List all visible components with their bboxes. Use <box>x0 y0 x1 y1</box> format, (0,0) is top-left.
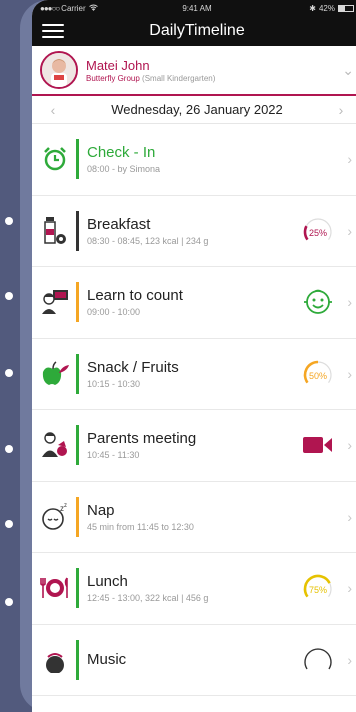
chevron-right-icon[interactable]: › <box>334 102 348 118</box>
nav-title: DailyTimeline <box>149 22 245 39</box>
chevron-right-icon: › <box>347 508 352 525</box>
timeline-subtitle: 45 min from 11:45 to 12:30 <box>87 521 194 532</box>
chevron-right-icon: › <box>347 580 352 597</box>
current-date: Wednesday, 26 January 2022 <box>111 102 283 117</box>
timeline-text: Learn to count 09:00 - 10:00 <box>87 287 298 317</box>
timeline-title: Nap <box>87 501 115 519</box>
plate-cutlery-icon <box>40 570 70 606</box>
child-selector[interactable]: Matei John Butterfly Group (Small Kinder… <box>32 46 356 96</box>
video-camera-icon[interactable] <box>298 430 338 460</box>
alarm-clock-icon <box>40 141 70 177</box>
chevron-right-icon: › <box>347 151 352 168</box>
chevron-left-icon[interactable]: ‹ <box>46 102 60 118</box>
timeline-title: Music <box>87 650 127 668</box>
dot <box>5 369 13 377</box>
dot <box>5 217 13 225</box>
timeline-list: Check - In 08:00 - by Simona › Breakfast 08:… <box>32 124 356 696</box>
gauge-label: 25% <box>309 228 327 238</box>
progress-gauge: 25% <box>298 216 338 246</box>
status-bar-indicator <box>76 639 79 680</box>
dot <box>5 598 13 606</box>
status-bar: ●●●○○ Carrier 9:41 AM ✱ 42% <box>32 0 356 16</box>
timeline-row[interactable]: Check - In 08:00 - by Simona › <box>32 124 356 196</box>
child-photo-icon <box>42 53 76 87</box>
timeline-subtitle: 08:00 - by Simona <box>87 164 161 175</box>
status-bar-indicator <box>76 425 79 466</box>
app-screen: ●●●○○ Carrier 9:41 AM ✱ 42% DailyTimelin… <box>32 0 356 712</box>
timeline-text: Music <box>87 651 298 669</box>
timeline-text: Nap 45 min from 11:45 to 12:30 <box>87 502 298 532</box>
timeline-text: Snack / Fruits 10:15 - 10:30 <box>87 359 298 389</box>
status-bar-indicator <box>76 568 79 609</box>
empty-slot <box>298 502 338 532</box>
battery-icon <box>338 4 354 12</box>
music-kid-icon <box>40 642 70 678</box>
progress-gauge <box>298 645 338 675</box>
milk-bottle-icon <box>40 213 70 249</box>
chevron-down-icon: ⌄ <box>342 61 354 78</box>
apple-icon <box>40 356 70 392</box>
battery-fill <box>339 5 345 11</box>
timeline-subtitle: 08:30 - 08:45, 123 kcal | 234 g <box>87 235 209 246</box>
timeline-text: Check - In 08:00 - by Simona <box>87 144 298 174</box>
status-bar-indicator <box>76 353 79 394</box>
timeline-subtitle: 10:45 - 11:30 <box>87 450 140 461</box>
gauge-label: 50% <box>309 371 327 381</box>
timeline-title: Lunch <box>87 573 128 591</box>
progress-gauge: 50% <box>298 359 338 389</box>
timeline-row[interactable]: Parents meeting 10:45 - 11:30 › <box>32 410 356 482</box>
group-detail: (Small Kindergarten) <box>142 73 216 83</box>
chevron-right-icon: › <box>347 651 352 668</box>
sleeping-baby-icon: zz <box>40 499 70 535</box>
decorative-dots <box>0 0 20 712</box>
timeline-text: Parents meeting 10:45 - 11:30 <box>87 430 298 460</box>
timeline-text: Lunch 12:45 - 13:00, 322 kcal | 456 g <box>87 573 298 603</box>
timeline-row[interactable]: Learn to count 09:00 - 10:00 › <box>32 267 356 339</box>
teacher-icon <box>40 284 70 320</box>
parents-icon <box>40 427 70 463</box>
dot <box>5 445 13 453</box>
timeline-title: Snack / Fruits <box>87 358 179 376</box>
status-bar-indicator <box>76 496 79 537</box>
timeline-row[interactable]: z z Nap 45 min from 11:45 to 12:30 › <box>32 482 356 553</box>
timeline-title: Check - In <box>87 144 156 162</box>
chevron-right-icon: › <box>347 365 352 382</box>
child-group: Butterfly Group (Small Kindergarten) <box>86 74 342 83</box>
status-bar-indicator <box>76 210 79 251</box>
group-name: Butterfly Group <box>86 73 140 83</box>
dot <box>5 520 13 528</box>
timeline-text: Breakfast 08:30 - 08:45, 123 kcal | 234 g <box>87 216 298 246</box>
timeline-row[interactable]: Breakfast 08:30 - 08:45, 123 kcal | 234 g… <box>32 196 356 267</box>
timeline-row[interactable]: Music › <box>32 625 356 696</box>
timeline-subtitle: 09:00 - 10:00 <box>87 307 141 318</box>
chevron-right-icon: › <box>347 222 352 239</box>
status-bar-indicator <box>76 139 79 180</box>
timeline-row[interactable]: Lunch 12:45 - 13:00, 322 kcal | 456 g 75%… <box>32 553 356 625</box>
chevron-right-icon: › <box>347 437 352 454</box>
nav-bar: DailyTimeline <box>32 16 356 46</box>
avatar <box>40 51 78 89</box>
timeline-subtitle: 12:45 - 13:00, 322 kcal | 456 g <box>87 593 209 604</box>
timeline-row[interactable]: Snack / Fruits 10:15 - 10:30 50% › <box>32 339 356 410</box>
empty-slot <box>298 144 338 174</box>
status-bar-indicator <box>76 282 79 323</box>
chevron-right-icon: › <box>347 294 352 311</box>
gauge-label: 75% <box>309 585 327 595</box>
hamburger-menu-icon[interactable] <box>42 24 64 38</box>
progress-gauge: 75% <box>298 573 338 603</box>
timeline-title: Parents meeting <box>87 430 197 448</box>
dot <box>5 292 13 300</box>
phone-frame: ●●●○○ Carrier 9:41 AM ✱ 42% DailyTimelin… <box>20 0 356 712</box>
timeline-subtitle: 10:15 - 10:30 <box>87 378 141 389</box>
svg-text:z: z <box>64 503 67 509</box>
clock: 9:41 AM <box>182 3 212 13</box>
timeline-title: Breakfast <box>87 215 151 233</box>
child-name: Matei John <box>86 57 150 73</box>
smiley-face-icon <box>298 287 338 317</box>
timeline-title: Learn to count <box>87 287 183 305</box>
date-navigator: ‹ Wednesday, 26 January 2022 › <box>32 96 356 124</box>
